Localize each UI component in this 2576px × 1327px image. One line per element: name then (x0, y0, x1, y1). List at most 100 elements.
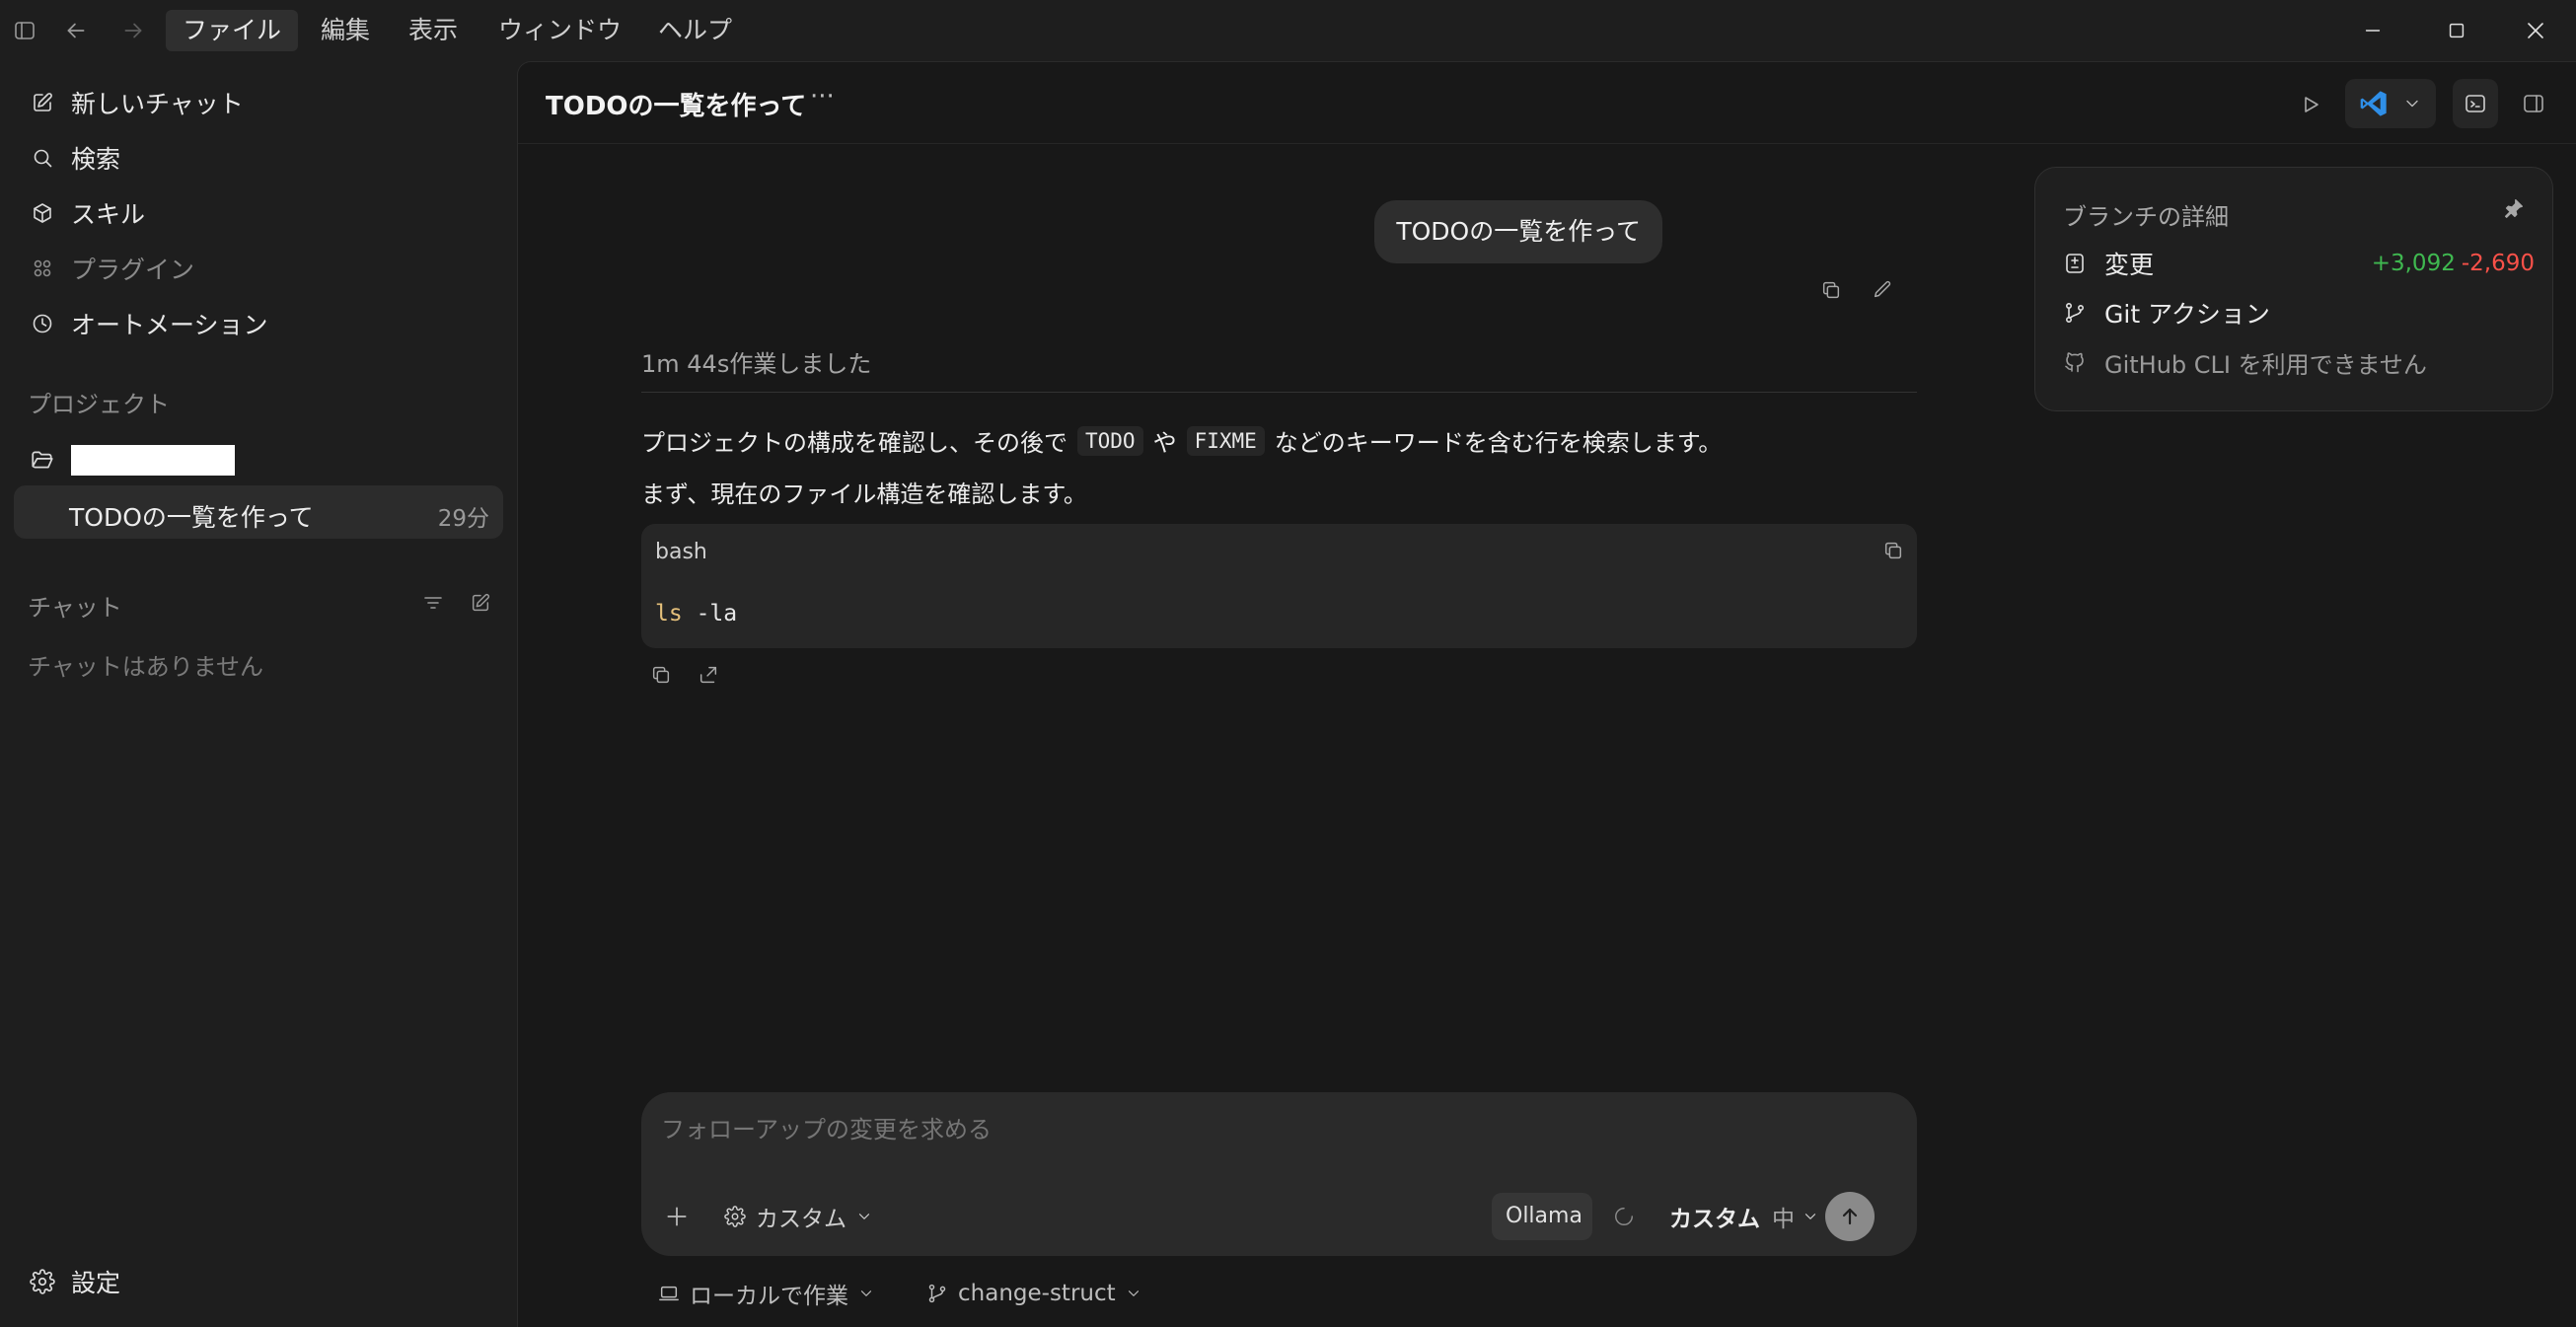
sidebar-item-skills[interactable]: スキル (14, 187, 503, 239)
vscode-icon (2357, 88, 2391, 119)
chats-section-label: チャット (28, 594, 122, 622)
page-title: TODOの一覧を作って (546, 92, 807, 121)
menu-window[interactable]: ウィンドウ (481, 10, 638, 51)
settings-button[interactable]: 設定 (14, 1257, 120, 1306)
sidebar-item-new-chat[interactable]: 新しいチャット (14, 77, 503, 128)
forward-arrow-icon[interactable] (118, 16, 148, 45)
close-window-icon[interactable] (2521, 16, 2550, 45)
project-folder-row[interactable] (14, 434, 503, 485)
chevron-down-icon (852, 1205, 876, 1228)
assistant-text: や (1152, 429, 1177, 457)
maximize-icon[interactable] (2442, 16, 2471, 45)
projects-section-label: プロジェクト (28, 391, 170, 418)
main-panel: TODOの一覧を作って ··· TODOの一覧を作って 1m 44s作業しました… (517, 61, 2576, 1327)
code-content: ls -la (655, 601, 737, 627)
sidebar-item-automation[interactable]: オートメーション (14, 298, 503, 349)
back-arrow-icon[interactable] (61, 16, 91, 45)
assistant-text: などのキーワードを含む行を検索します。 (1274, 429, 1723, 457)
sidebar-item-label: プラグイン (71, 256, 195, 284)
clock-icon (28, 309, 57, 338)
assistant-text: プロジェクトの構成を確認し、その後で (641, 429, 1067, 457)
project-name-redacted (71, 444, 235, 476)
sidebar-item-label: スキル (71, 200, 146, 229)
terminal-button[interactable] (2453, 79, 2498, 128)
filter-icon[interactable] (418, 588, 448, 618)
github-cli-status: GitHub CLI を利用できません (2104, 350, 2427, 379)
follow-up-input[interactable] (661, 1106, 1894, 1153)
branch-details-panel: ブランチの詳細 変更 +3,092 -2,690 Git アクション GitHu… (2034, 167, 2553, 411)
branch-selector[interactable]: change-struct (924, 1276, 1145, 1311)
more-options-button[interactable]: ··· (804, 82, 841, 111)
mode-selector[interactable]: カスタム (722, 1199, 876, 1234)
chevron-down-icon (2400, 92, 2424, 115)
effort-label: 中 (1772, 1207, 1795, 1232)
changes-row[interactable]: 変更 +3,092 -2,690 (2061, 245, 2535, 282)
changes-label: 変更 (2104, 251, 2155, 279)
sidebar-item-search[interactable]: 検索 (14, 132, 503, 184)
pin-icon[interactable] (2499, 193, 2529, 223)
git-actions-row[interactable]: Git アクション (2061, 294, 2270, 332)
user-message-bubble: TODOの一覧を作って (1374, 200, 1662, 263)
thread-age: 29分 (437, 506, 489, 532)
sidebar-item-label: 新しいチャット (71, 90, 244, 118)
copy-icon[interactable] (1816, 275, 1846, 305)
provider-badge[interactable]: Ollama (1492, 1193, 1592, 1240)
menu-file[interactable]: ファイル (166, 10, 299, 51)
mode-label: カスタム (756, 1207, 846, 1232)
deletions-count: -2,690 (2461, 251, 2535, 276)
new-chat-small-icon[interactable] (466, 588, 495, 618)
pencil-icon[interactable] (1868, 275, 1897, 305)
inline-code-fixme: FIXME (1186, 425, 1265, 456)
model-selector[interactable]: カスタム 中 (1669, 1199, 1822, 1234)
cube-icon (28, 198, 57, 228)
code-block: bash ls -la (641, 524, 1917, 648)
diff-icon (2061, 250, 2089, 277)
github-cli-row: GitHub CLI を利用できません (2061, 343, 2427, 381)
git-branch-icon (924, 1281, 950, 1306)
code-command: ls (655, 601, 683, 627)
copy-code-icon[interactable] (1878, 536, 1908, 565)
sidebar-item-label: 検索 (71, 145, 121, 174)
thread-title: TODOの一覧を作って (69, 503, 314, 532)
model-label: カスタム (1669, 1207, 1760, 1232)
search-icon (28, 143, 57, 173)
fork-icon[interactable] (694, 660, 723, 690)
sidebar: 新しいチャット 検索 スキル プラグイン オートメーション プロジェクト TOD… (0, 61, 517, 1327)
sidebar-toggle-icon[interactable] (12, 18, 37, 43)
title-bar: ファイル 編集 表示 ウィンドウ ヘルプ (0, 0, 2576, 61)
sidebar-item-label: オートメーション (71, 311, 268, 339)
inline-code-todo: TODO (1077, 425, 1143, 456)
copy-response-icon[interactable] (646, 660, 676, 690)
open-in-editor-button[interactable] (2345, 79, 2436, 128)
github-icon (2061, 348, 2089, 376)
gear-icon (28, 1267, 57, 1296)
minimize-icon[interactable] (2358, 16, 2388, 45)
edit-icon (28, 88, 57, 117)
chats-empty-text: チャットはありません (28, 653, 264, 681)
plus-icon[interactable] (661, 1201, 693, 1232)
menu-edit[interactable]: 編集 (304, 10, 387, 51)
provider-label: Ollama (1506, 1204, 1582, 1228)
laptop-icon (656, 1281, 682, 1306)
divider (641, 392, 1917, 393)
additions-count: +3,092 (2371, 251, 2456, 276)
menu-view[interactable]: 表示 (392, 10, 475, 51)
code-argument: -la (696, 601, 738, 627)
send-button[interactable] (1825, 1192, 1875, 1241)
grid-icon (28, 254, 57, 283)
workspace-selector[interactable]: ローカルで作業 (656, 1276, 878, 1311)
panel-toggle-icon[interactable] (2518, 88, 2549, 119)
thread-item-active[interactable]: TODOの一覧を作って 29分 (14, 485, 503, 539)
chevron-down-icon (1799, 1205, 1822, 1228)
chevron-down-icon (1122, 1282, 1145, 1305)
folder-open-icon (28, 445, 57, 475)
chevron-down-icon (854, 1282, 878, 1305)
assistant-paragraph-2: まず、現在のファイル構造を確認します。 (641, 480, 1087, 508)
arrow-up-icon (1836, 1203, 1864, 1230)
gear-icon (722, 1204, 748, 1229)
sidebar-item-plugins[interactable]: プラグイン (14, 243, 503, 294)
code-language-label: bash (655, 540, 707, 564)
git-actions-label: Git アクション (2104, 300, 2270, 329)
menu-help[interactable]: ヘルプ (641, 10, 749, 51)
play-icon[interactable] (2294, 88, 2327, 121)
